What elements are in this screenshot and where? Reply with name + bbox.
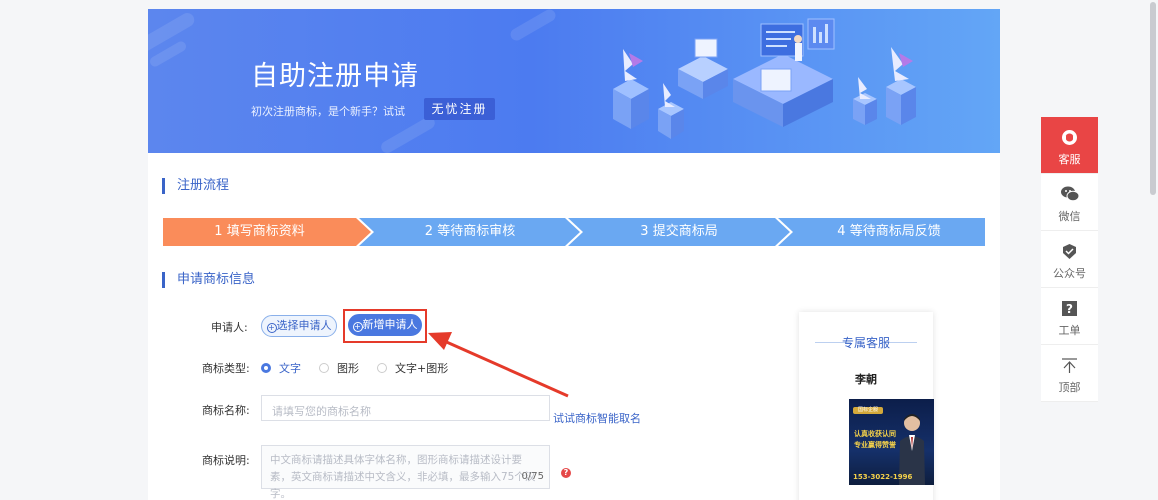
banner-decoration [379, 114, 437, 153]
applicant-label: 申请人: [211, 321, 248, 334]
help-icon[interactable]: ? [561, 468, 571, 478]
radio-dot [261, 363, 271, 373]
headset-icon [1062, 130, 1077, 145]
page-scrollbar[interactable] [1148, 0, 1158, 500]
wechat-icon [1061, 186, 1079, 202]
sidebar-item-label: 客服 [1058, 153, 1081, 166]
step-1: 1 填写商标资料 [214, 224, 305, 239]
banner-subtitle: 初次注册商标，是个新手？试试 [251, 105, 405, 118]
scrollbar-thumb[interactable] [1150, 2, 1156, 195]
agent-name: 李朝 [855, 373, 877, 386]
mark-type-label: 商标类型: [202, 362, 250, 375]
step-3: 3 提交商标局 [640, 224, 718, 239]
banner-illustration [613, 18, 916, 139]
floating-sidebar: 客服 微信 公众号 ? 工单 顶部 [1041, 117, 1098, 402]
sidebar-item-support[interactable]: 客服 [1041, 117, 1098, 174]
step-2: 2 等待商标审核 [424, 224, 516, 239]
service-card: 专属客服 李朝 国标企服 认真收获认同 专业赢得赞誉 153-3022-1996 [799, 312, 934, 500]
banner-decoration [508, 9, 558, 43]
radio-graphic-label: 图形 [337, 362, 359, 375]
radio-text-label: 文字 [279, 362, 301, 375]
section-title-trademark-info: 申请商标信息 [162, 272, 255, 288]
mark-description-label: 商标说明: [202, 454, 250, 467]
add-applicant-label: 新增申请人 [362, 318, 418, 331]
mark-name-label: 商标名称: [202, 404, 250, 417]
radio-dot [377, 363, 387, 373]
easy-register-button[interactable]: 无忧注册 [424, 98, 495, 120]
radio-text-graphic-label: 文字+图形 [395, 362, 449, 375]
agent-photo: 国标企服 认真收获认同 专业赢得赞誉 153-3022-1996 [849, 399, 934, 485]
radio-text[interactable]: 文字 [261, 360, 301, 376]
sidebar-item-wechat[interactable]: 微信 [1041, 174, 1098, 231]
svg-text:?: ? [1066, 302, 1073, 316]
radio-dot [319, 363, 329, 373]
photo-slogan-1: 认真收获认同 [854, 430, 896, 438]
page-title: 自助注册申请 [251, 61, 419, 92]
photo-slogan-2: 专业赢得赞誉 [854, 441, 896, 449]
sidebar-item-label: 顶部 [1058, 381, 1081, 394]
step-4: 4 等待商标局反馈 [837, 224, 941, 239]
radio-text-graphic[interactable]: 文字+图形 [377, 360, 448, 376]
mark-description-placeholder: 中文商标请描述具体字体名称，图形商标请描述设计要素，英文商标请描述中文含义，非必… [270, 454, 536, 500]
select-applicant-button[interactable]: + 选择申请人 [261, 315, 337, 337]
official-account-icon [1063, 244, 1076, 259]
photo-phone: 153-3022-1996 [853, 473, 913, 481]
photo-badge: 国标企服 [853, 407, 883, 414]
sidebar-item-label: 公众号 [1053, 267, 1086, 280]
sidebar-item-label: 微信 [1058, 210, 1081, 223]
section-title-process: 注册流程 [162, 178, 229, 194]
mark-description-textarea[interactable]: 中文商标请描述具体字体名称，图形商标请描述设计要素，英文商标请描述中文含义，非必… [261, 445, 550, 500]
main-content-card: 自助注册申请 初次注册商标，是个新手？试试 无忧注册 注册流程 1 填写商标资料… [148, 9, 1000, 500]
back-to-top-icon [1062, 358, 1077, 373]
hero-banner: 自助注册申请 初次注册商标，是个新手？试试 无忧注册 [148, 9, 1000, 153]
char-counter: 0/75 [521, 471, 544, 482]
sidebar-item-label: 工单 [1058, 324, 1081, 337]
radio-graphic[interactable]: 图形 [319, 360, 359, 376]
select-applicant-label: 选择申请人 [276, 319, 332, 332]
service-card-title: 专属客服 [841, 336, 890, 350]
sidebar-item-ticket[interactable]: ? 工单 [1041, 288, 1098, 345]
ai-naming-link[interactable]: 试试商标智能取名 [553, 410, 641, 426]
sidebar-item-back-to-top[interactable]: 顶部 [1041, 345, 1098, 402]
mark-name-input[interactable]: 请填写您的商标名称 [261, 395, 550, 421]
ticket-icon: ? [1062, 301, 1077, 316]
plus-circle-icon: + [352, 322, 363, 332]
progress-steps: 1 填写商标资料 2 等待商标审核 3 提交商标局 4 等待商标局反馈 [163, 218, 985, 246]
add-applicant-button[interactable]: + 新增申请人 [348, 314, 422, 336]
sidebar-item-official-account[interactable]: 公众号 [1041, 231, 1098, 288]
plus-circle-icon: + [266, 323, 277, 333]
